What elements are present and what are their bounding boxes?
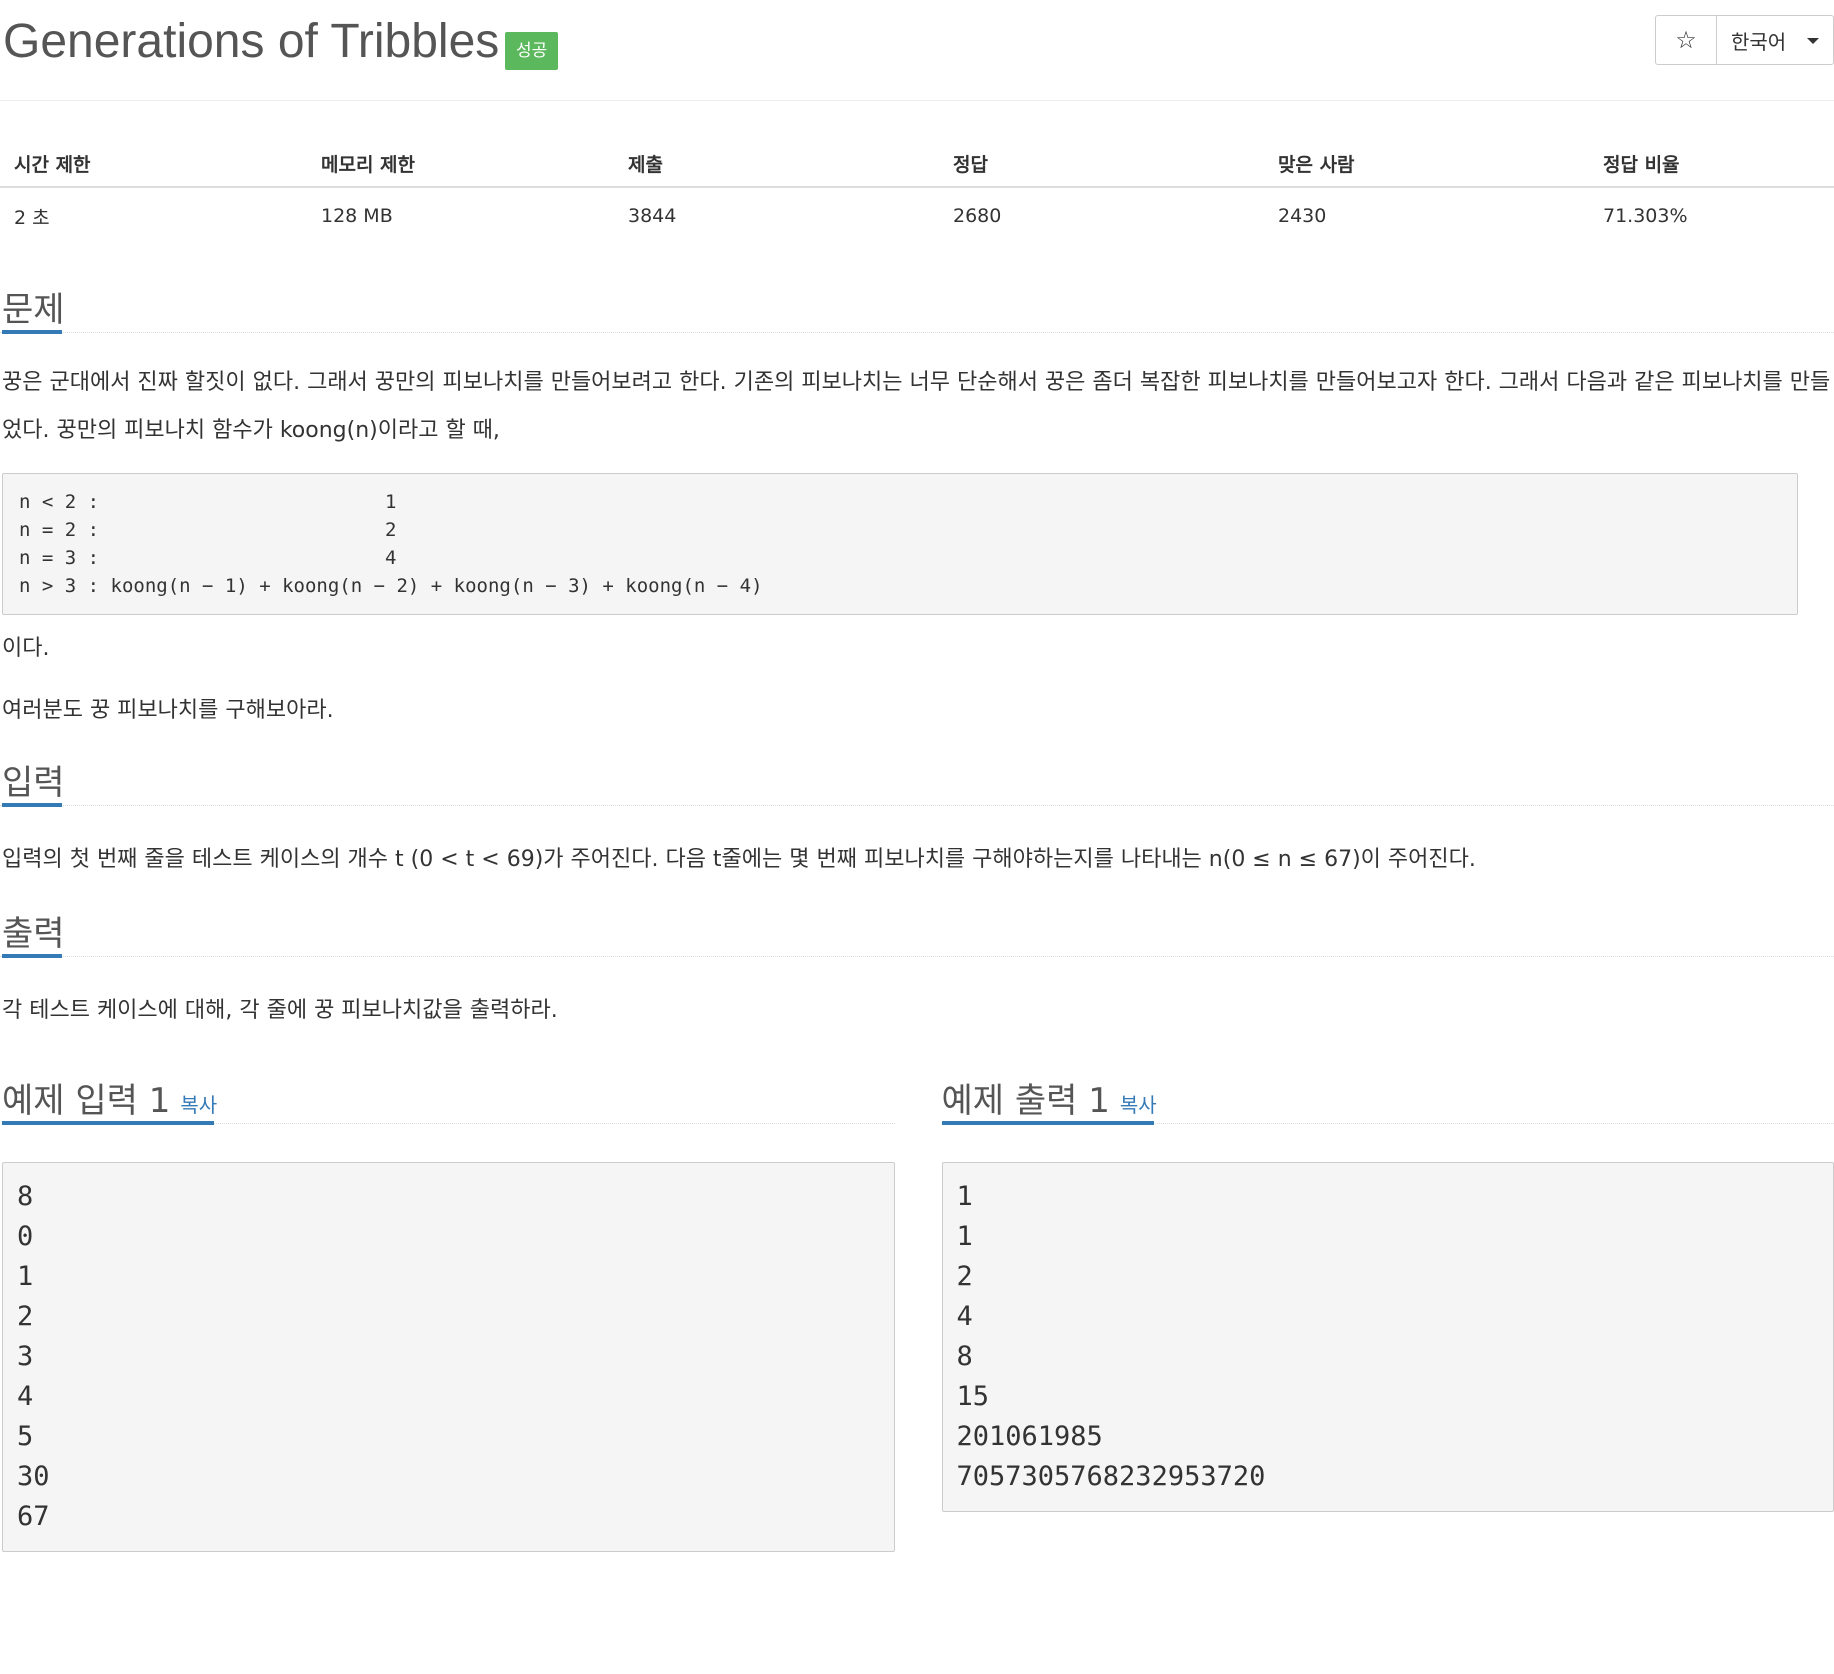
problem-page: Generations of Tribbles 성공 ☆ 한국어 시간 제한 메…	[0, 0, 1834, 1674]
section-underline	[2, 1121, 214, 1125]
info-value-ratio: 71.303%	[1603, 205, 1688, 227]
copy-sample-input-button[interactable]: 복사	[180, 1093, 217, 1117]
sample-output-box: 1 1 2 4 8 15 201061985 70573057682329537…	[941, 1162, 1834, 1512]
sample-output-title: 예제 출력 1	[941, 1081, 1110, 1121]
problem-title: Generations of Tribbles	[3, 15, 500, 68]
toolbar-button-group: ☆ 한국어	[1655, 15, 1834, 65]
output-section-title: 출력	[2, 914, 65, 954]
info-value-solved-users: 2430	[1278, 205, 1327, 227]
output-description: 각 테스트 케이스에 대해, 각 줄에 꿍 피보나치값을 출력하라.	[2, 998, 558, 1023]
info-header-memory-limit: 메모리 제한	[307, 141, 614, 188]
problem-description: 꿍은 군대에서 진짜 할짓이 없다. 그래서 꿍만의 피보나치를 만들어보려고 …	[2, 370, 1831, 443]
star-button[interactable]: ☆	[1656, 16, 1717, 64]
info-header-submissions: 제출	[614, 141, 939, 188]
copy-sample-output-button[interactable]: 복사	[1120, 1093, 1157, 1117]
problem-section-title: 문제	[2, 290, 65, 330]
info-value-memory-limit: 128 MB	[321, 205, 393, 227]
star-icon: ☆	[1675, 26, 1697, 54]
info-value-submissions: 3844	[628, 205, 677, 227]
sample-input-title: 예제 입력 1	[2, 1081, 171, 1121]
info-header-accepted: 정답	[939, 141, 1264, 188]
section-underline	[2, 803, 62, 807]
sample-output-column: 예제 출력 1 복사 1 1 2 4 8 15 201061985 7057305…	[941, 1071, 1834, 1552]
caret-down-icon	[1807, 38, 1819, 44]
input-section-header: 입력	[0, 753, 1834, 807]
info-value-row: 2 초 128 MB 3844 2680 2430 71.303%	[0, 187, 1834, 244]
input-description: 입력의 첫 번째 줄을 테스트 케이스의 개수 t (0 < t < 69)가 …	[2, 847, 1476, 872]
problem-description-tail: 이다.	[2, 636, 50, 661]
problem-description-closing: 여러분도 꿍 피보나치를 구해보아라.	[2, 698, 334, 723]
title-row: Generations of Tribbles 성공 ☆ 한국어	[0, 0, 1834, 101]
problem-section-header: 문제	[0, 280, 1834, 334]
info-value-accepted: 2680	[953, 205, 1002, 227]
language-dropdown[interactable]: 한국어	[1717, 16, 1833, 64]
sample-input-column: 예제 입력 1 복사 8 0 1 2 3 4 5 30 67	[2, 1071, 895, 1552]
samples-row: 예제 입력 1 복사 8 0 1 2 3 4 5 30 67 예제 출력 1 복사 …	[0, 1071, 1834, 1552]
info-header-solved-users: 맞은 사람	[1264, 141, 1589, 188]
language-label: 한국어	[1731, 29, 1787, 54]
sample-input-box: 8 0 1 2 3 4 5 30 67	[2, 1162, 895, 1552]
section-underline	[2, 330, 62, 334]
section-underline	[2, 954, 62, 958]
sample-input-header: 예제 입력 1 복사	[2, 1071, 895, 1125]
section-underline	[941, 1121, 1154, 1125]
problem-info-table: 시간 제한 메모리 제한 제출 정답 맞은 사람 정답 비율 2 초 128 M…	[0, 141, 1834, 244]
info-header-ratio: 정답 비율	[1589, 141, 1834, 188]
info-header-row: 시간 제한 메모리 제한 제출 정답 맞은 사람 정답 비율	[0, 141, 1834, 188]
recurrence-code-block: n < 2 : 1 n = 2 : 2 n = 3 : 4 n > 3 : ko…	[2, 473, 1798, 615]
input-section-title: 입력	[2, 763, 65, 803]
output-section-header: 출력	[0, 904, 1834, 958]
info-value-time-limit: 2 초	[14, 206, 50, 229]
info-header-time-limit: 시간 제한	[0, 141, 307, 188]
status-badge: 성공	[505, 32, 559, 70]
sample-output-header: 예제 출력 1 복사	[941, 1071, 1834, 1125]
